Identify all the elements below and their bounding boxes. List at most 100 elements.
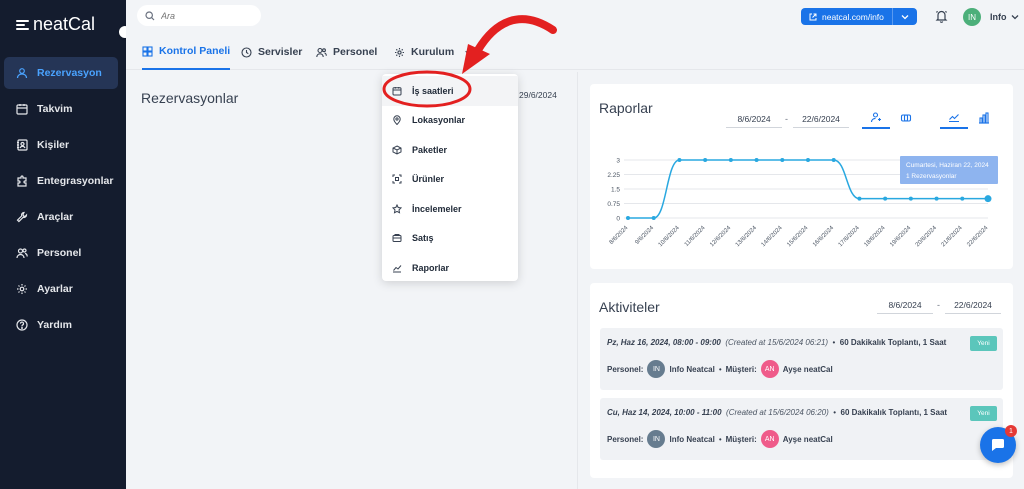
tab-servisler[interactable]: Servisler	[241, 34, 302, 70]
tab-kontrol-paneli[interactable]: Kontrol Paneli	[142, 34, 231, 70]
menu-item-incelemeler[interactable]: İncelemeler	[382, 194, 518, 224]
activities-date-from[interactable]: 8/6/2024	[877, 296, 933, 314]
tab-label: Personel	[333, 46, 378, 58]
data-point	[831, 158, 836, 162]
data-point	[780, 158, 785, 162]
user-avatar[interactable]: IN	[963, 8, 981, 26]
line-chart-toggle[interactable]	[940, 107, 968, 129]
menu-item-lokasyonlar[interactable]: Lokasyonlar	[382, 106, 518, 136]
search-box[interactable]	[137, 5, 261, 26]
gear-icon	[16, 283, 28, 295]
reservations-date[interactable]: 29/6/2024	[519, 90, 557, 100]
puzzle-icon	[16, 175, 28, 187]
services-filter-button[interactable]	[892, 107, 920, 129]
sidebar-item-label: Kişiler	[37, 139, 70, 151]
separator: •	[718, 364, 722, 374]
package-icon	[392, 145, 402, 155]
search-input[interactable]	[161, 10, 251, 21]
staff-filter-button[interactable]	[862, 107, 890, 129]
data-point	[754, 158, 759, 162]
sidebar-item-yardim[interactable]: Yardım	[4, 309, 118, 341]
menu-item-label: İş saatleri	[412, 85, 454, 96]
bell-icon[interactable]	[935, 9, 948, 23]
user-icon	[870, 112, 881, 123]
booking-url-button[interactable]: neatcal.com/info	[801, 8, 917, 25]
activity-item[interactable]: Pz, Haz 16, 2024, 08:00 - 09:00 (Created…	[600, 328, 1003, 390]
customer-label: Müşteri:	[725, 364, 757, 374]
x-tick-label: 15/6/2024	[786, 225, 810, 249]
sidebar-item-label: Takvim	[37, 103, 73, 115]
bar-chart-icon	[979, 112, 989, 124]
sidebar-item-rezervasyon[interactable]: Rezervasyon	[4, 57, 118, 89]
customer-avatar: AN	[760, 430, 779, 448]
settings-user-icon	[395, 47, 404, 57]
menu-item-paketler[interactable]: Paketler	[382, 135, 518, 165]
sidebar-item-araclar[interactable]: Araçlar	[4, 201, 118, 233]
reports-date-from[interactable]: 8/6/2024	[726, 110, 782, 128]
sidebar-item-label: Yardım	[37, 319, 73, 331]
menu-item-urunler[interactable]: Ürünler	[382, 165, 518, 195]
location-icon	[393, 115, 401, 126]
url-dropdown-button[interactable]	[893, 14, 917, 20]
data-point	[934, 196, 939, 201]
sidebar-item-label: Personel	[37, 247, 82, 259]
date-range-dash: -	[937, 300, 940, 310]
activity-summary: Pz, Haz 16, 2024, 08:00 - 09:00 (Created…	[607, 338, 946, 347]
reports-card: Raporlar 8/6/2024 - 22/6/2024 3 2.25 1.5 0.…	[590, 84, 1013, 269]
x-tick-label: 9/6/2024	[634, 225, 655, 246]
logo[interactable]: neatCal	[16, 14, 95, 35]
user-menu[interactable]: Info	[990, 12, 1019, 22]
sidebar-item-kisiler[interactable]: Kişiler	[4, 129, 118, 161]
menu-item-satis[interactable]: Satış	[382, 224, 518, 254]
staff-avatar: IN	[647, 430, 666, 448]
status-badge: Yeni	[970, 336, 997, 351]
staff-label: Personel:	[607, 364, 644, 374]
sidebar-item-label: Entegrasyonlar	[37, 175, 114, 187]
sidebar-item-personel[interactable]: Personel	[4, 237, 118, 269]
sidebar-item-label: Ayarlar	[37, 283, 73, 295]
menu-item-is-saatleri[interactable]: İş saatleri	[382, 76, 518, 106]
logo-mark-icon	[16, 18, 30, 32]
sidebar-item-takvim[interactable]: Takvim	[4, 93, 118, 125]
x-tick-label: 16/6/2024	[812, 225, 836, 249]
activities-date-to[interactable]: 22/6/2024	[945, 296, 1001, 314]
activity-created: (Created at 15/6/2024 06:20)	[726, 408, 829, 417]
reports-title: Raporlar	[599, 100, 653, 116]
bar-chart-toggle[interactable]	[970, 107, 998, 129]
activity-people: Personel: IN Info Neatcal • Müşteri: AN …	[607, 430, 833, 448]
menu-item-label: Ürünler	[412, 174, 445, 185]
x-tick-label: 18/6/2024	[863, 225, 887, 249]
separator: •	[833, 408, 837, 417]
tab-personel[interactable]: Personel	[316, 34, 377, 70]
activity-item[interactable]: Cu, Haz 14, 2024, 10:00 - 11:00 (Created…	[600, 398, 1003, 460]
url-label: neatcal.com/info	[822, 11, 884, 22]
menu-item-label: Lokasyonlar	[412, 115, 466, 126]
calendar-icon	[392, 86, 402, 96]
tooltip-value: 1 Rezervasyonlar	[906, 173, 957, 180]
x-tick-label: 13/6/2024	[735, 225, 759, 249]
chevron-down-icon	[465, 50, 472, 55]
activity-datetime: Cu, Haz 14, 2024, 10:00 - 11:00	[607, 408, 722, 417]
x-tick-label: 19/6/2024	[889, 225, 913, 249]
data-point	[806, 158, 810, 162]
external-link-icon	[809, 13, 817, 20]
open-url-button[interactable]: neatcal.com/info	[801, 8, 893, 25]
data-point	[728, 158, 733, 162]
chart-icon	[393, 264, 402, 273]
activity-summary: Cu, Haz 14, 2024, 10:00 - 11:00 (Created…	[607, 408, 947, 417]
customer-label: Müşteri:	[725, 434, 757, 444]
line-chart-icon	[949, 114, 959, 123]
x-tick-label: 10/6/2024	[658, 225, 682, 249]
tab-kurulum[interactable]: Kurulum	[394, 34, 473, 70]
sidebar-item-ayarlar[interactable]: Ayarlar	[4, 273, 118, 305]
kurulum-dropdown-menu: İş saatleri Lokasyonlar Paketler Ürünler…	[382, 74, 518, 281]
sidebar-nav: Rezervasyon Takvim Kişiler Entegrasyonla…	[4, 57, 118, 345]
y-tick-label: 0	[616, 216, 620, 223]
chart-tooltip: Cumartesi, Haziran 22, 2024 1 Rezervasyo…	[900, 156, 998, 184]
reports-date-to[interactable]: 22/6/2024	[793, 110, 849, 128]
menu-item-label: Paketler	[412, 144, 448, 155]
menu-item-raporlar[interactable]: Raporlar	[382, 253, 518, 283]
staff-label: Personel:	[607, 434, 644, 444]
x-tick-label: 8/6/2024	[609, 225, 630, 246]
sidebar-item-entegrasyonlar[interactable]: Entegrasyonlar	[4, 165, 118, 197]
